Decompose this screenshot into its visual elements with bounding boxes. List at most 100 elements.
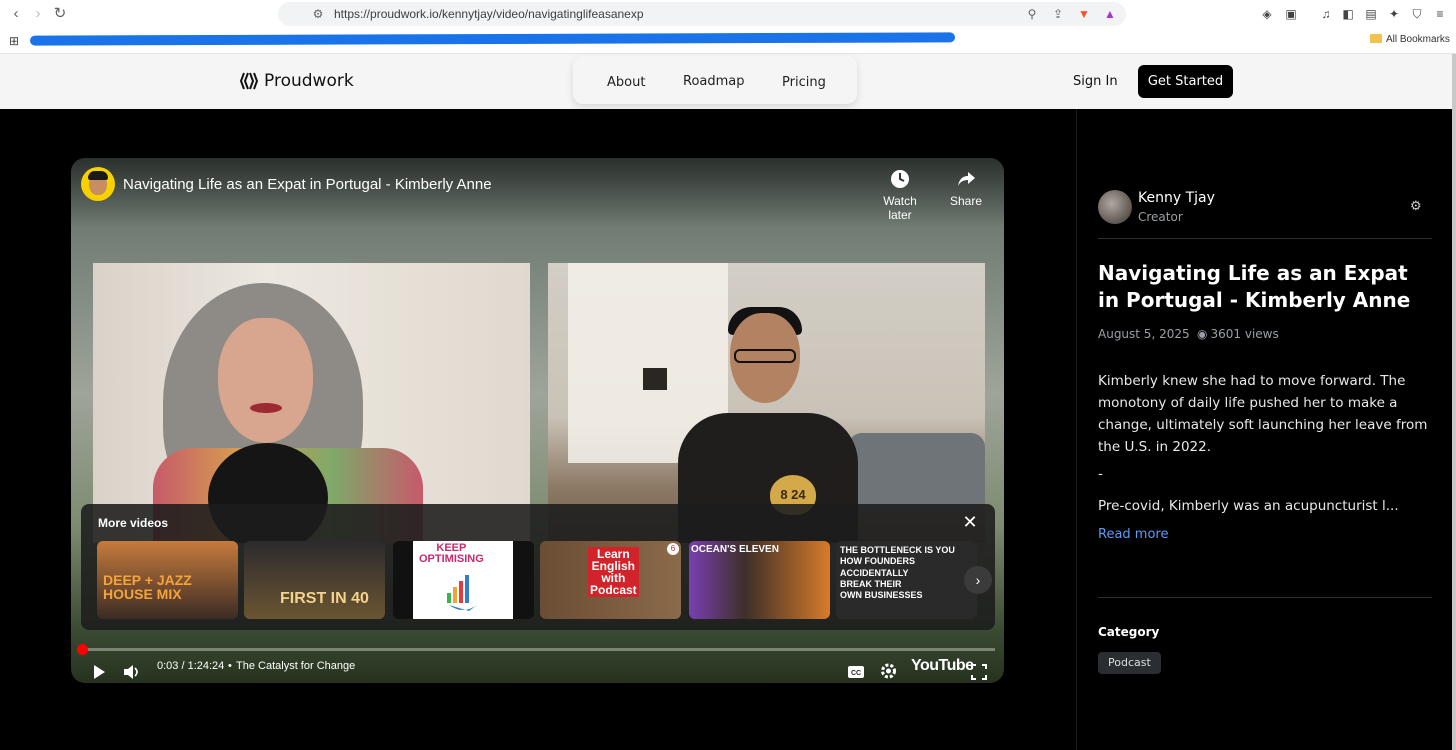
top-shade [71,158,1004,228]
browser-toolbar: ‹ › ↻ ⌑ ⚙ https://proudwork.io/kennytjay… [0,0,1456,28]
gear-icon[interactable]: ⚙ [1410,199,1424,213]
leo-ai-icon[interactable]: ✦ [1386,6,1402,22]
get-started-button[interactable]: Get Started [1138,65,1233,98]
music-icon[interactable]: ♫ [1318,6,1334,22]
sidebar-icon[interactable]: ◧ [1340,6,1356,22]
all-bookmarks[interactable]: All Bookmarks [1370,34,1450,45]
category-tag[interactable]: Podcast [1098,652,1161,674]
thumbnail-4[interactable]: Learn English with Podcast 6 [540,541,681,619]
more-videos-title: More videos [98,516,169,530]
nav-roadmap[interactable]: Roadmap [683,74,745,89]
player-controls: 0:03 / 1:24:24 • The Catalyst for Change… [71,655,1004,683]
thumbnail-1-text: DEEP + JAZZ HOUSE MIX [103,572,192,602]
channel-avatar[interactable] [81,167,115,201]
divider [1098,238,1432,239]
description-separator: - [1098,466,1103,482]
thumbnail-1[interactable]: DEEP + JAZZ HOUSE MIX [97,541,238,619]
sign-in-link[interactable]: Sign In [1073,74,1118,89]
zoom-icon[interactable]: ⚲ [1024,6,1040,22]
chapter-title[interactable]: The Catalyst for Change [236,660,355,672]
chapter-separator: • [228,660,232,672]
category-heading: Category [1098,625,1160,639]
host-video-panel: 8 24 [548,263,985,543]
svg-text:CC: CC [851,670,861,677]
brave-shield-icon[interactable]: ▼ [1076,6,1092,22]
play-icon[interactable] [91,661,107,683]
share-page-icon[interactable]: ⇪ [1050,6,1066,22]
thumbnail-5-text: OCEAN'S ELEVEN [691,544,779,555]
thumbnail-6[interactable]: THE BOTTLENECK IS YOU HOW FOUNDERS ACCID… [836,541,977,619]
video-heading: Navigating Life as an Expat in Portugal … [1098,261,1411,312]
reload-icon[interactable]: ↻ [50,4,70,24]
all-bookmarks-label: All Bookmarks [1386,34,1450,45]
eye-icon: ◉ [1197,327,1208,341]
creator-role: Creator [1138,210,1183,224]
more-videos-panel: More videos ✕ DEEP + JAZZ HOUSE MIX FIRS… [81,504,995,630]
menu-icon[interactable]: ≡ [1432,6,1448,22]
thumbnail-2[interactable]: FIRST IN 40 [244,541,385,619]
progress-bar[interactable] [76,644,995,655]
view-count-label: 3601 views [1210,327,1279,341]
lamp [643,368,667,390]
description: Kimberly knew she had to move forward. T… [1098,373,1428,455]
volume-icon[interactable] [123,661,141,683]
read-more-link[interactable]: Read more [1098,527,1168,542]
reader-icon[interactable]: ▣ [1283,6,1299,22]
thumbnail-6-text: THE BOTTLENECK IS YOU HOW FOUNDERS ACCID… [840,545,955,600]
main-nav: About Roadmap Pricing [573,56,857,104]
thumbnail-5[interactable]: OCEAN'S ELEVEN [689,541,830,619]
publish-date: August 5, 2025 [1098,327,1190,341]
thumbnail-3-text: KEEP OPTIMISING [419,542,484,565]
growth-chart-icon [447,575,477,611]
thumbnail-3[interactable]: KEEP OPTIMISING [393,541,534,619]
vpn-icon[interactable]: ⛉ [1409,6,1425,22]
captions-icon[interactable]: CC [847,661,865,683]
avatar-hair [88,171,108,180]
share-arrow-icon [958,172,975,186]
guest-lips [250,403,282,413]
video-player[interactable]: 8 24 Navigating Life as an Expat in Port… [71,158,1004,683]
guest-video-panel [93,263,530,543]
time-display: 0:03 / 1:24:24 [157,660,225,672]
address-bar[interactable]: ⚙ https://proudwork.io/kennytjay/video/n… [278,2,1126,26]
logo-text: Proudwork [264,71,354,91]
rewards-icon[interactable]: ▲ [1102,6,1118,22]
folder-icon [1370,34,1382,43]
video-title[interactable]: Navigating Life as an Expat in Portugal … [123,176,492,193]
wallet-icon[interactable]: ▤ [1363,6,1379,22]
logo-icon [240,72,258,90]
logo[interactable]: Proudwork [240,71,354,91]
divider [1098,597,1432,598]
url-text[interactable]: https://proudwork.io/kennytjay/video/nav… [334,7,644,21]
scrubber-handle[interactable] [76,644,88,655]
creator-name[interactable]: Kenny Tjay [1138,190,1215,206]
watch-later-button[interactable]: Watch later [870,168,930,222]
creator-avatar[interactable] [1098,190,1132,224]
site-header: Proudwork About Roadmap Pricing Sign In … [0,54,1452,109]
forward-icon[interactable]: › [28,4,48,24]
site-info-icon[interactable]: ⚙ [310,6,326,22]
description-continued: Pre-covid, Kimberly was an acupuncturist… [1098,498,1399,514]
host-glasses [734,349,796,363]
redaction-scribble [29,32,956,46]
apps-icon[interactable]: ⊞ [6,33,22,49]
close-icon[interactable]: ✕ [960,512,980,532]
back-icon[interactable]: ‹ [6,4,26,24]
thumbnail-2-text: FIRST IN 40 [280,590,369,607]
next-arrow-icon[interactable]: › [964,566,992,594]
thumbnail-4-text: Learn English with Podcast [588,547,639,597]
share-button[interactable]: Share [936,168,996,208]
nav-about[interactable]: About [607,75,645,90]
nav-pricing[interactable]: Pricing [782,75,826,90]
guest-face [218,318,313,443]
fullscreen-icon[interactable] [971,661,987,683]
thumbnail-4-badge: 6 [667,543,679,555]
extensions-icon[interactable]: ◈ [1259,6,1275,22]
settings-gear-icon[interactable] [880,660,897,682]
share-label: Share [949,194,983,208]
page-scrollbar[interactable] [1452,54,1456,750]
youtube-logo[interactable]: YouTube [911,657,974,675]
clock-icon [891,170,909,188]
couch [848,433,985,513]
video-sidebar: Kenny Tjay Creator ⚙ Navigating Life as … [1076,109,1452,750]
